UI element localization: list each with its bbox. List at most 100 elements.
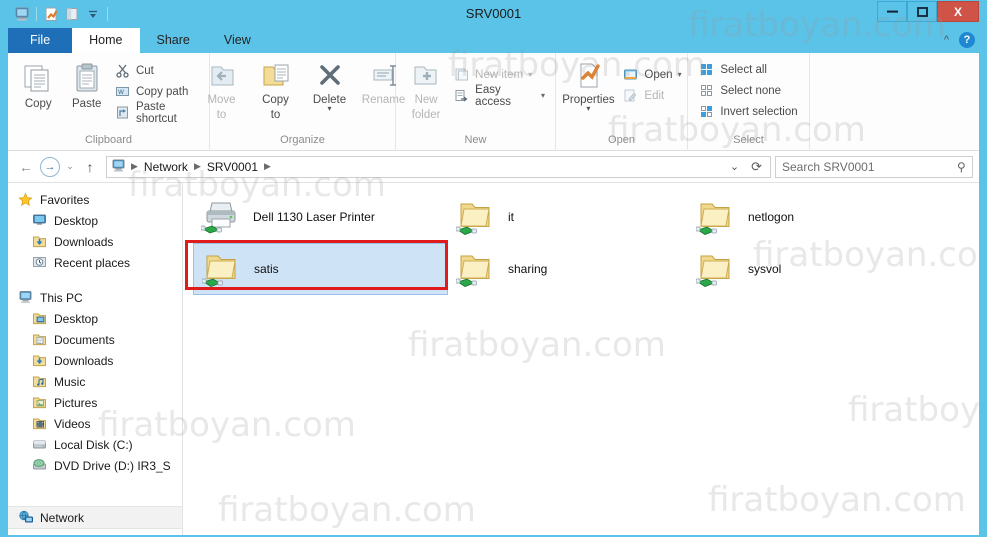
sidebar-item-videos[interactable]: Videos [8,413,182,434]
rename-icon [373,65,396,86]
list-item[interactable]: netlogon [688,191,943,243]
move-to-button[interactable]: Move to [195,58,249,121]
breadcrumb-item-srv0001[interactable]: SRV0001 [203,160,262,174]
address-history-icon[interactable]: ⌄ [730,160,739,173]
paste-shortcut-button[interactable]: Paste shortcut [111,101,203,125]
sidebar-item-dvd-drive-d[interactable]: DVD Drive (D:) IR3_S [8,455,182,476]
breadcrumb-item-network[interactable]: Network [140,160,192,174]
refresh-icon[interactable]: ⟳ [751,159,762,175]
invert-selection-icon [699,104,715,120]
ribbon-filler [810,53,979,150]
delete-icon [319,65,340,85]
sidebar-item-recent-places[interactable]: Recent places [8,252,182,273]
sidebar-group-this-pc[interactable]: This PC [8,287,182,308]
copy-path-label: Copy path [135,85,189,98]
copy-icon [24,65,49,92]
new-item-caret-icon[interactable]: ▾ [528,70,532,79]
recent-places-icon [32,255,48,271]
new-folder-button[interactable]: New folder [402,58,450,121]
new-item-button[interactable]: New item ▾ [450,64,549,85]
explorer-window: SRV0001 X File Home Share View ^ ? Copy … [0,0,987,537]
forward-button[interactable]: → [38,155,62,179]
share-overlay [455,278,477,287]
sidebar-item-desktop-fav[interactable]: Desktop [8,210,182,231]
sidebar-item-local-disk-c[interactable]: Local Disk (C:) [8,434,182,455]
file-column-3: netlogon sysvol [688,191,943,295]
shared-printer-icon [200,199,241,235]
file-name: sharing [508,262,548,276]
maximize-button[interactable] [907,1,937,22]
list-item[interactable]: it [448,191,703,243]
delete-caret-icon[interactable]: ▾ [327,105,331,113]
ribbon-group-organize: Move to Copy to Delete ▾ Rename Organize [207,53,405,151]
open-icon [623,67,639,83]
select-small-buttons: Select all Select none Invert selection [695,57,801,122]
breadcrumb-separator-1[interactable]: ▶ [192,161,203,172]
invert-selection-button[interactable]: Invert selection [695,101,801,122]
file-name: Dell 1130 Laser Printer [253,210,375,224]
share-overlay [695,226,717,235]
cut-label: Cut [135,64,154,77]
tab-file[interactable]: File [8,28,73,53]
back-button[interactable]: ← [14,155,38,179]
delete-button[interactable]: Delete ▾ [303,58,357,113]
cut-button[interactable]: Cut [111,60,203,81]
list-item[interactable]: satis [193,243,448,295]
ribbon-group-open: Properties ▾ Open ▾ Edit Open [556,53,688,151]
copy-path-icon: W [115,84,131,100]
close-button[interactable]: X [937,1,979,22]
help-icon[interactable]: ? [959,32,975,48]
sidebar-item-network[interactable]: Network [8,506,182,529]
list-item[interactable]: Dell 1130 Laser Printer [193,191,448,243]
new-item-icon [454,67,470,83]
breadcrumb-separator-0[interactable]: ▶ [129,161,140,172]
tab-view[interactable]: View [207,28,268,53]
paste-button[interactable]: Paste [62,58,110,110]
properties-caret-icon[interactable]: ▾ [586,105,590,113]
select-all-button[interactable]: Select all [695,59,801,80]
sidebar-item-downloads-fav[interactable]: Downloads [8,231,182,252]
search-input[interactable]: Search SRV0001 ⚲ [775,155,973,178]
search-placeholder: Search SRV0001 [782,159,875,174]
edit-button[interactable]: Edit [619,85,685,106]
computer-breadcrumb-icon[interactable] [111,159,127,175]
breadcrumb[interactable]: ▶ Network ▶ SRV0001 ▶ ⌄ ⟳ [106,155,771,178]
up-button[interactable]: ↑ [78,155,102,179]
sidebar-group-favorites[interactable]: Favorites [8,189,182,210]
edit-icon [623,88,639,104]
copy-path-button[interactable]: W Copy path [111,81,203,102]
minimize-button[interactable] [877,1,907,22]
new-item-label: New item [475,68,524,81]
search-icon[interactable]: ⚲ [957,160,966,174]
collapse-ribbon-icon[interactable]: ^ [944,34,949,46]
easy-access-caret-icon[interactable]: ▾ [541,91,545,100]
list-item[interactable]: sharing [448,243,703,295]
copy-to-button[interactable]: Copy to [249,58,303,121]
paste-button-label: Paste [72,98,102,110]
sidebar-item-pictures[interactable]: Pictures [8,392,182,413]
properties-button[interactable]: Properties ▾ [557,58,619,113]
dvd-drive-icon [32,458,48,474]
desktop-folder-icon [32,311,48,327]
new-folder-label-1: New [414,94,438,106]
open-caret-icon[interactable]: ▾ [678,70,682,79]
tab-home[interactable]: Home [72,28,140,53]
easy-access-button[interactable]: Easy access ▾ [450,84,549,108]
sidebar-item-desktop[interactable]: Desktop [8,308,182,329]
address-bar-right-controls: ⌄ ⟳ [730,159,766,175]
group-title-new: New [464,134,487,146]
list-item[interactable]: sysvol [688,243,943,295]
move-to-label-2: to [216,109,227,121]
select-none-button[interactable]: Select none [695,80,801,101]
sidebar-label-recent-places: Recent places [54,255,131,270]
open-button[interactable]: Open ▾ [619,64,685,85]
copy-button[interactable]: Copy [14,58,62,110]
file-list-pane[interactable]: Dell 1130 Laser Printer satis it sharing… [183,183,979,535]
sidebar-item-documents[interactable]: Documents [8,329,182,350]
sidebar-item-music[interactable]: Music [8,371,182,392]
breadcrumb-separator-2[interactable]: ▶ [262,161,273,172]
recent-locations-button[interactable]: ⌄ [62,155,78,179]
tab-share[interactable]: Share [140,28,207,53]
sidebar-item-downloads[interactable]: Downloads [8,350,182,371]
copy-button-label: Copy [24,98,52,110]
